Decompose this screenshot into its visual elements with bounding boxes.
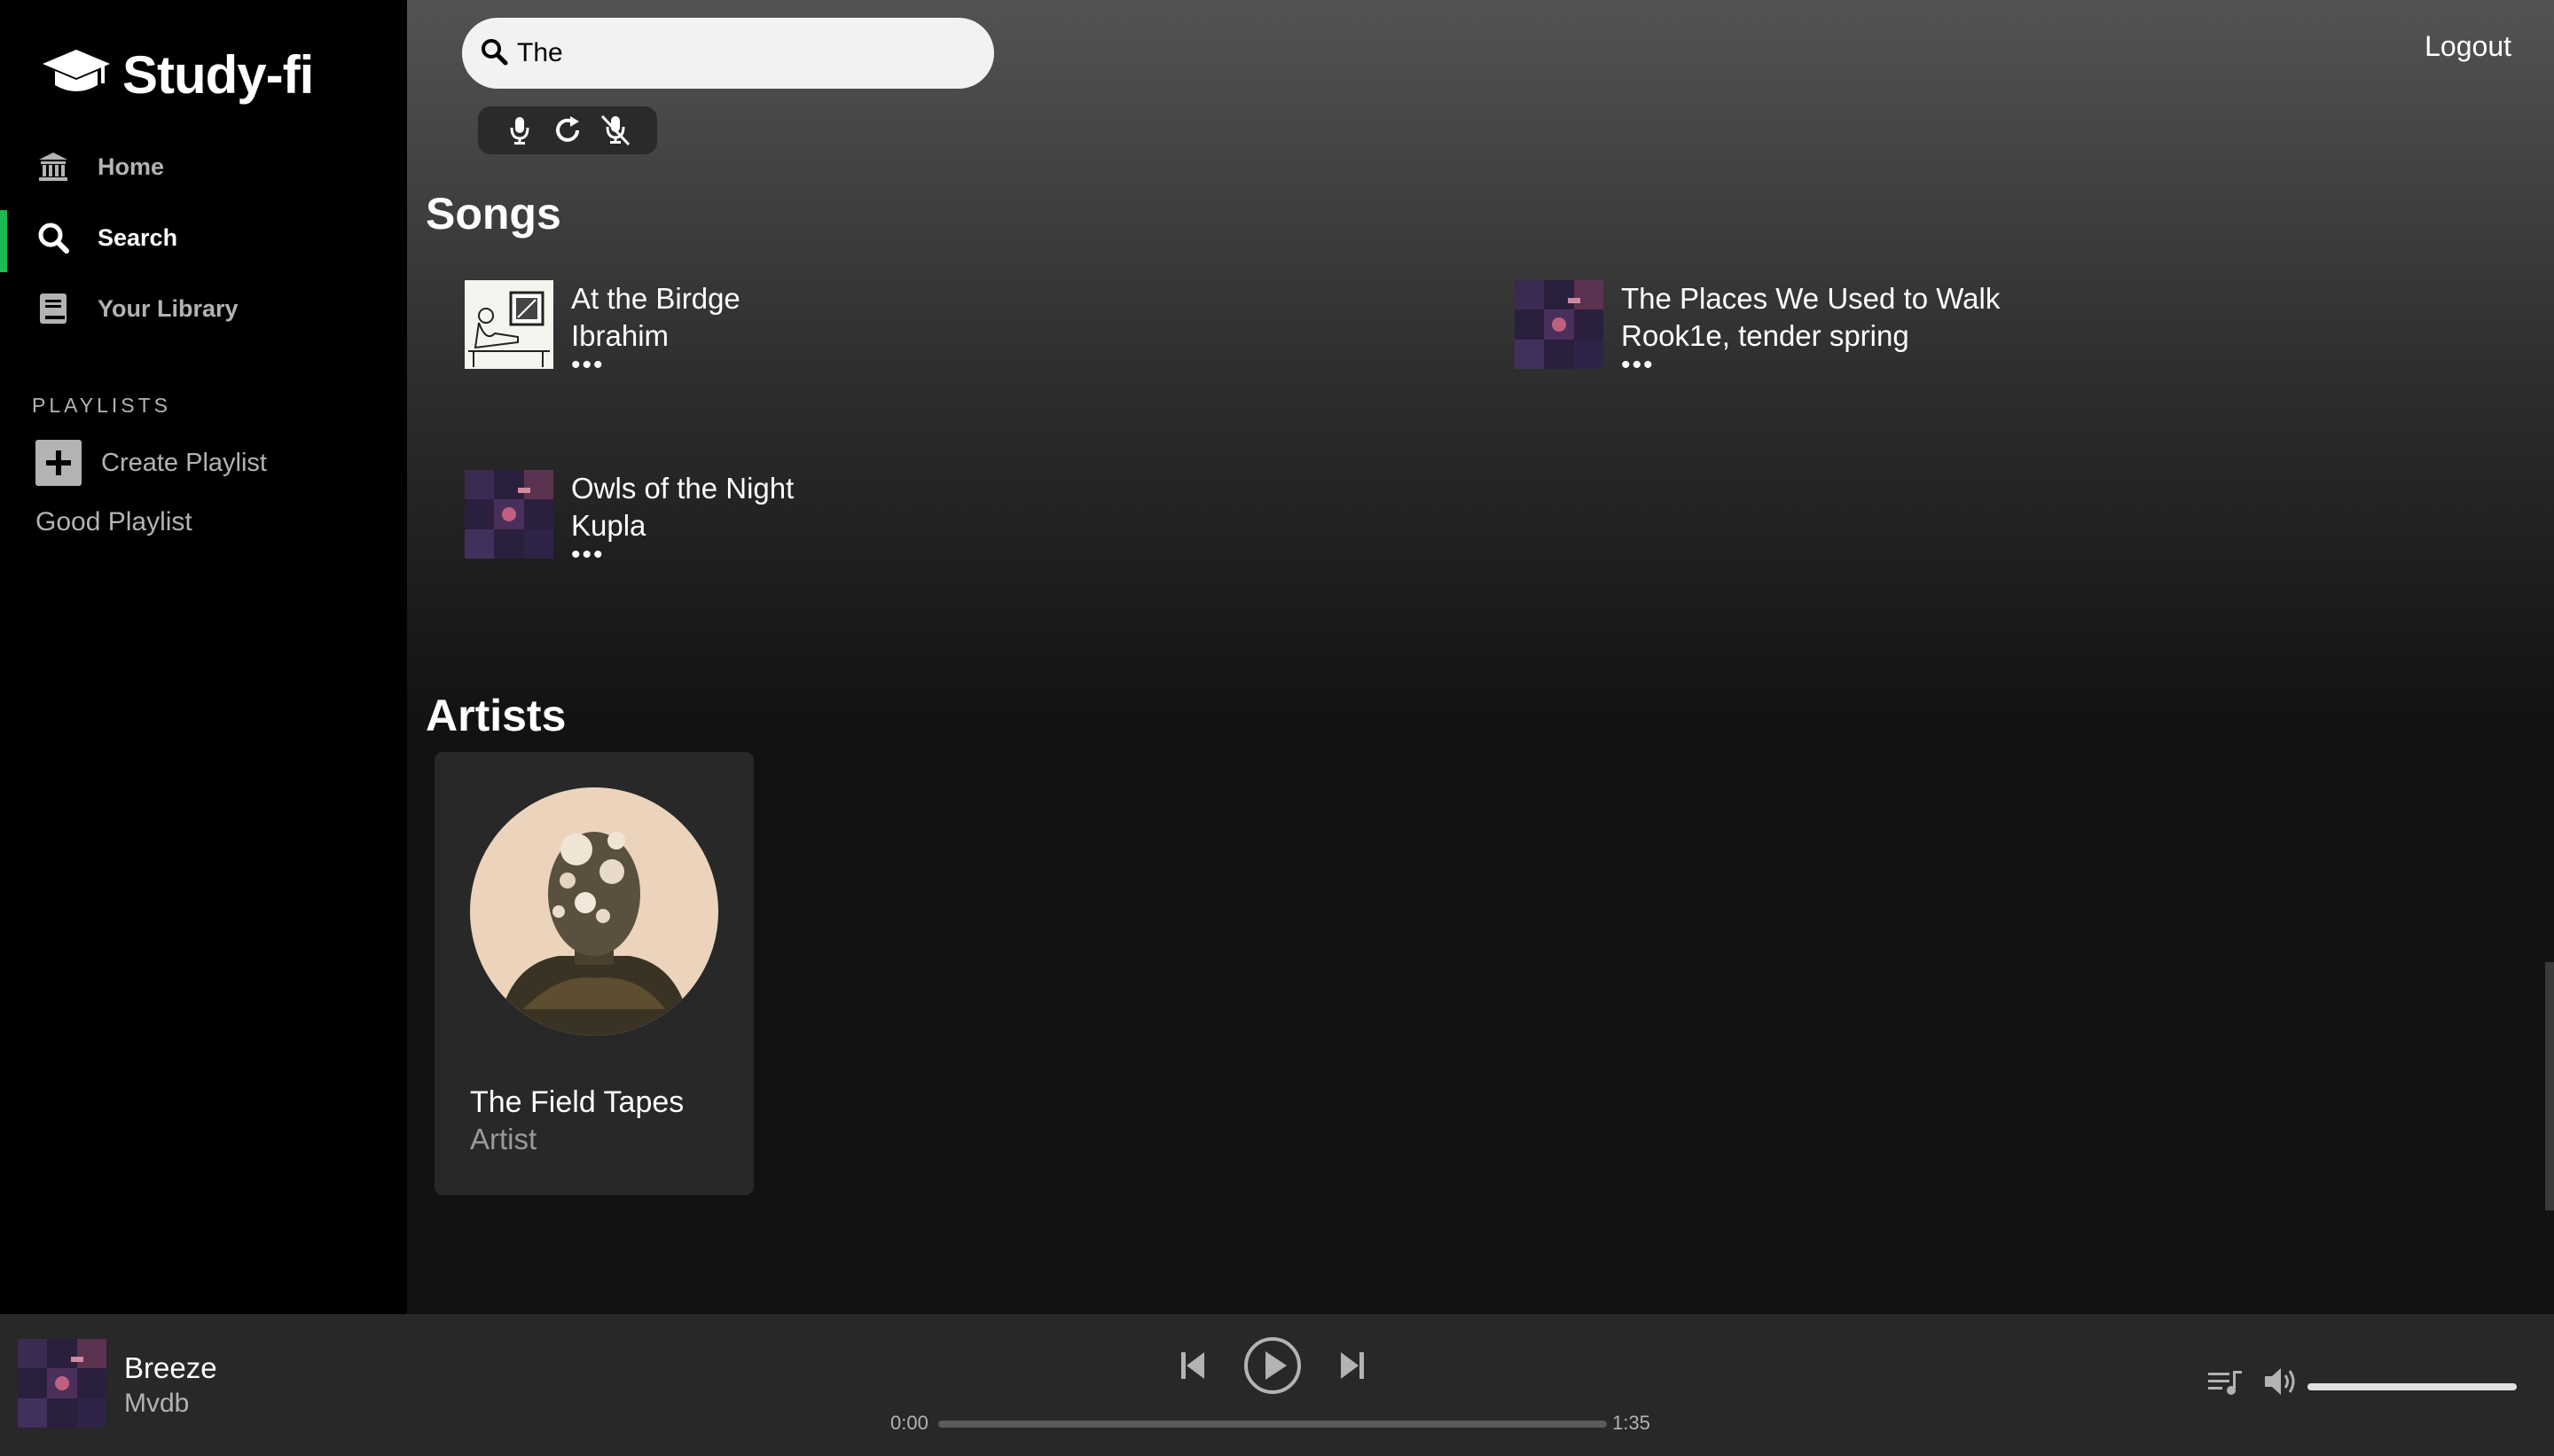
- artist-name: The Field Tapes: [470, 1085, 685, 1119]
- song-title: Owls of the Night: [571, 472, 795, 505]
- sidebar-item-search[interactable]: Search: [0, 207, 407, 272]
- album-cover: [465, 470, 553, 559]
- playlists-heading: PLAYLISTS: [32, 394, 172, 417]
- song-item[interactable]: Owls of the Night Kupla •••: [465, 470, 795, 568]
- artists-heading: Artists: [426, 691, 567, 740]
- more-options-icon[interactable]: •••: [1621, 352, 2000, 379]
- search-bar[interactable]: [462, 18, 994, 89]
- song-title: At the Birdge: [571, 282, 740, 315]
- scrollbar[interactable]: [2545, 962, 2554, 1210]
- album-cover: [465, 280, 553, 369]
- song-artist: Kupla: [571, 509, 646, 542]
- queue-icon[interactable]: [2206, 1367, 2244, 1402]
- main-content: Logout Songs At the Birdge Ibrahim •••: [407, 0, 2554, 1314]
- song-artist: Ibrahim: [571, 319, 670, 352]
- next-track-icon[interactable]: [1339, 1350, 1366, 1381]
- search-icon: [35, 220, 71, 255]
- volume-slider[interactable]: [2307, 1383, 2517, 1390]
- duration: 1:35: [1612, 1412, 1650, 1434]
- song-item[interactable]: The Places We Used to Walk Rook1e, tende…: [1515, 280, 2001, 379]
- app-name: Study-fi: [122, 45, 314, 105]
- voice-controls: [478, 106, 657, 154]
- microphone-off-icon[interactable]: [598, 113, 633, 148]
- playback-controls: [1179, 1332, 1366, 1399]
- progress-bar[interactable]: [938, 1421, 1607, 1428]
- sidebar-item-label: Search: [98, 223, 178, 251]
- sidebar-item-your-library[interactable]: Your Library: [0, 278, 407, 340]
- app-logo[interactable]: Study-fi: [43, 44, 314, 106]
- refresh-icon[interactable]: [550, 113, 585, 148]
- now-playing-cover: [18, 1339, 106, 1428]
- microphone-icon[interactable]: [502, 113, 537, 148]
- logout-button[interactable]: Logout: [2425, 30, 2511, 63]
- now-playing-artist[interactable]: Mvdb: [124, 1389, 189, 1419]
- sidebar-playlist-item[interactable]: Good Playlist: [35, 507, 192, 537]
- previous-track-icon[interactable]: [1179, 1350, 1206, 1381]
- create-playlist-label: Create Playlist: [101, 448, 267, 477]
- song-title: The Places We Used to Walk: [1621, 282, 2001, 315]
- artist-card[interactable]: The Field Tapes Artist: [435, 752, 754, 1195]
- artist-type: Artist: [470, 1123, 537, 1155]
- sidebar-item-label: Your Library: [98, 294, 239, 322]
- volume-slider-fill: [2307, 1383, 2517, 1390]
- volume-icon[interactable]: [2263, 1366, 2299, 1402]
- current-time: 0:00: [890, 1412, 928, 1434]
- song-artist: Rook1e, tender spring: [1621, 319, 1909, 352]
- library-book-icon: [35, 291, 71, 326]
- more-options-icon[interactable]: •••: [571, 542, 794, 568]
- album-cover: [1515, 280, 1603, 369]
- more-options-icon[interactable]: •••: [571, 352, 740, 379]
- search-icon: [480, 37, 508, 70]
- songs-heading: Songs: [426, 189, 561, 239]
- create-playlist-button[interactable]: Create Playlist: [35, 440, 267, 486]
- home-bank-icon: [35, 149, 71, 184]
- player-bar: Breeze Mvdb 0:00 1:35: [0, 1314, 2554, 1456]
- sidebar-item-home[interactable]: Home: [0, 136, 407, 198]
- graduation-cap-icon: [43, 48, 110, 102]
- play-button[interactable]: [1242, 1335, 1303, 1396]
- sidebar: Study-fi Home Search Your Library PLAYLI…: [0, 0, 407, 1314]
- now-playing-title[interactable]: Breeze: [124, 1351, 217, 1385]
- song-item[interactable]: At the Birdge Ibrahim •••: [465, 280, 740, 379]
- artist-photo: [470, 787, 718, 1036]
- plus-icon: [35, 440, 82, 486]
- sidebar-item-label: Home: [98, 153, 165, 180]
- search-input[interactable]: [517, 38, 978, 68]
